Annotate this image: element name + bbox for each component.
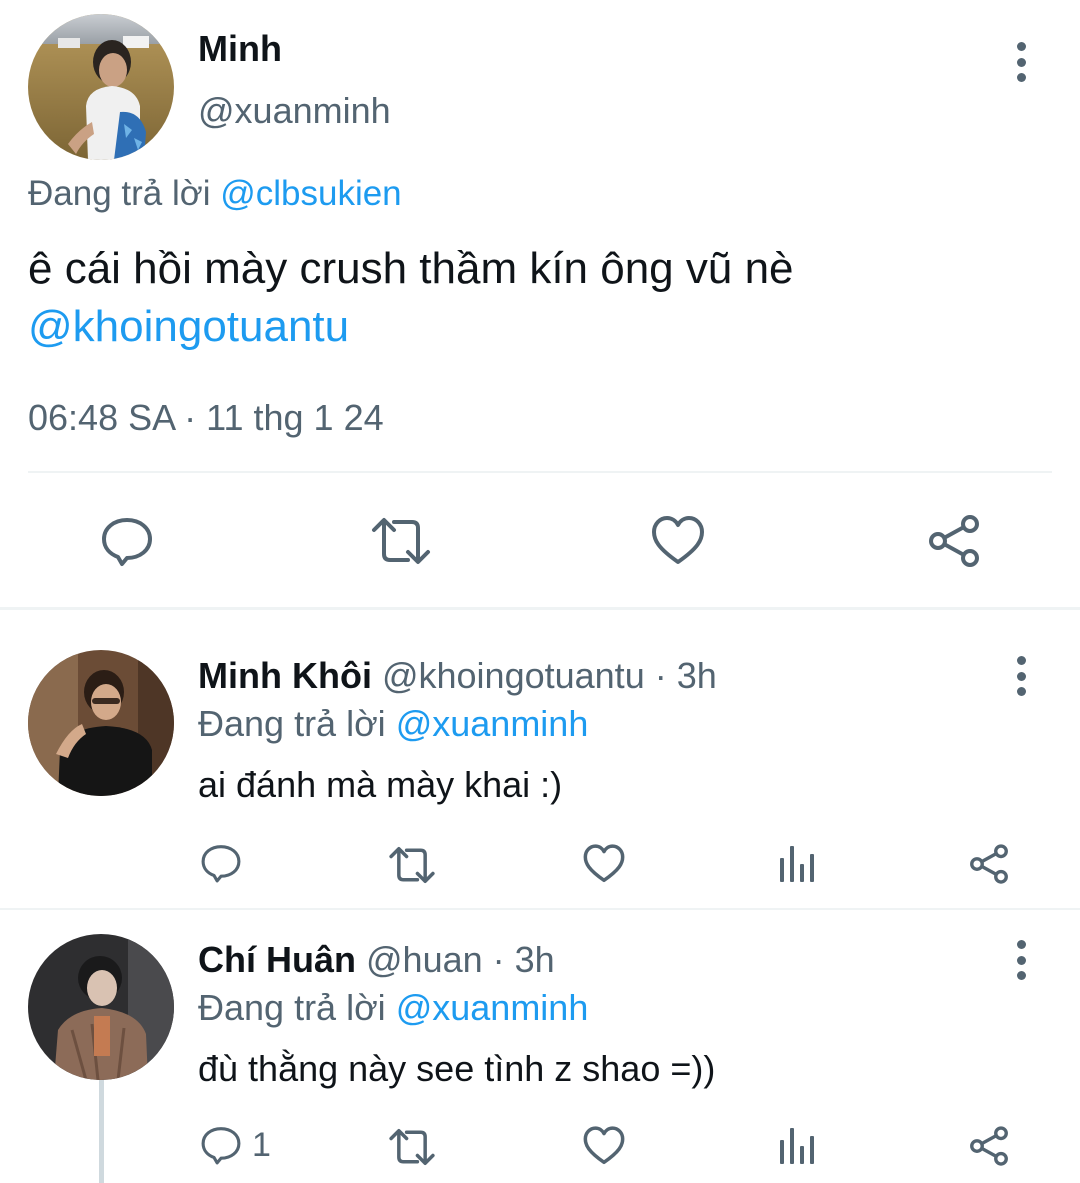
tweet-timestamp[interactable]: 06:48 SA · 11 thg 1 24 — [28, 397, 384, 439]
reply-count: 1 — [252, 1125, 271, 1164]
reply-icon[interactable] — [200, 842, 242, 884]
more-options-icon[interactable] — [1015, 940, 1027, 980]
relative-time[interactable]: · 3h — [493, 939, 555, 980]
reply-prefix: Đang trả lời — [198, 703, 386, 744]
section-divider — [0, 908, 1080, 910]
views-icon[interactable] — [778, 1126, 816, 1166]
reply-header: Minh Khôi @khoingotuantu · 3h — [198, 655, 717, 697]
tweet-text: đù thằng này see tình z shao =)) — [198, 1048, 716, 1089]
display-name[interactable]: Minh Khôi — [198, 655, 372, 696]
relative-time[interactable]: · 3h — [655, 655, 717, 696]
retweet-icon[interactable] — [388, 844, 436, 886]
divider — [28, 471, 1052, 473]
reply-header: Chí Huân @huan · 3h — [198, 939, 555, 981]
avatar-photo — [28, 650, 174, 796]
display-name[interactable]: Chí Huân — [198, 939, 356, 980]
avatar-photo — [28, 934, 174, 1080]
avatar[interactable] — [28, 934, 174, 1080]
reply-to-link[interactable]: @xuanminh — [396, 703, 589, 744]
retweet-icon[interactable] — [388, 1126, 436, 1168]
reply-icon — [201, 1127, 241, 1165]
reply-prefix: Đang trả lời — [28, 174, 211, 213]
user-handle[interactable]: @khoingotuantu — [382, 655, 645, 696]
display-name[interactable]: Minh — [198, 28, 282, 70]
share-icon[interactable] — [968, 843, 1010, 885]
views-icon[interactable] — [778, 844, 816, 884]
retweet-icon[interactable] — [370, 514, 432, 568]
thread-line — [99, 1078, 104, 1183]
avatar[interactable] — [28, 14, 174, 160]
section-divider — [0, 607, 1080, 610]
mention-link[interactable]: @khoingotuantu — [28, 302, 349, 352]
like-icon[interactable] — [582, 843, 626, 885]
user-handle[interactable]: @huan — [366, 939, 483, 980]
more-options-icon[interactable] — [1015, 42, 1027, 82]
avatar[interactable] — [28, 650, 174, 796]
avatar-photo — [28, 14, 174, 160]
reply-prefix: Đang trả lời — [198, 987, 386, 1028]
like-icon[interactable] — [650, 514, 706, 568]
tweet-text: ê cái hồi mày crush thầm kín ông vũ nè — [28, 244, 794, 293]
like-icon[interactable] — [582, 1125, 626, 1167]
reply-context: Đang trả lời @clbsukien — [28, 174, 402, 214]
reply-button[interactable]: 1 — [200, 1124, 271, 1166]
reply-icon[interactable] — [100, 514, 154, 568]
reply-context: Đang trả lời @xuanminh — [198, 987, 588, 1029]
reply-to-link[interactable]: @clbsukien — [220, 174, 401, 213]
reply-to-link[interactable]: @xuanminh — [396, 987, 589, 1028]
reply-context: Đang trả lời @xuanminh — [198, 703, 588, 745]
user-handle[interactable]: @xuanminh — [198, 90, 391, 132]
share-icon[interactable] — [926, 514, 982, 568]
share-icon[interactable] — [968, 1125, 1010, 1167]
more-options-icon[interactable] — [1015, 656, 1027, 696]
tweet-text: ai đánh mà mày khai :) — [198, 764, 563, 805]
